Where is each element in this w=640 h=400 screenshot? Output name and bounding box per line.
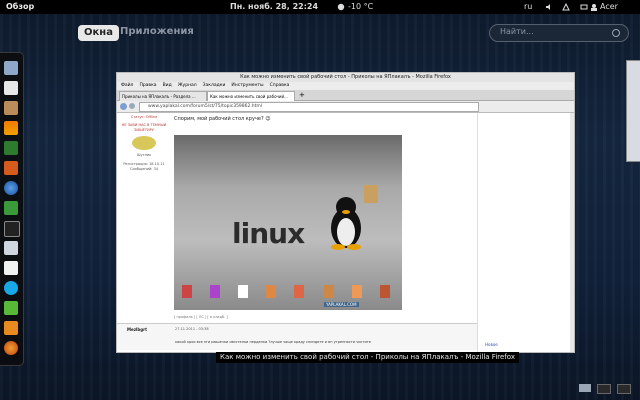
author-avatar <box>132 136 156 150</box>
network-icon[interactable] <box>562 3 570 11</box>
author-posts: Сообщений: 34 <box>130 167 158 171</box>
window-title: Как можно изменить свой рабочий стол - П… <box>117 73 574 82</box>
system-monitor-icon[interactable] <box>4 141 18 155</box>
weather-temperature[interactable]: -10 °C <box>348 0 373 14</box>
search-icon <box>612 29 620 37</box>
document-icon[interactable] <box>4 241 18 255</box>
page-content: Статус: Offline НЕ ЗАВИ НАС В ТЕМНЫЙ ЗИШ… <box>117 113 574 352</box>
user-menu[interactable]: Acer <box>600 0 618 14</box>
desktop-photo: linux YAPLAKAL.COM <box>174 135 402 310</box>
menu-tools[interactable]: Инструменты <box>231 83 263 88</box>
desktop-file-icon <box>352 285 362 298</box>
menu-view[interactable]: Вид <box>163 83 172 88</box>
user-icon[interactable] <box>590 3 598 11</box>
author-rank: Шутник <box>136 153 152 157</box>
battery-icon[interactable] <box>580 3 588 11</box>
browser-tab-2[interactable]: Как можно изменить свой рабочий... <box>207 91 295 101</box>
clock[interactable]: Пн. нояб. 28, 22:24 <box>230 0 318 14</box>
desktop-file-icon <box>182 285 192 298</box>
scrollbar[interactable] <box>570 113 574 352</box>
search-input[interactable]: Найти... <box>489 24 629 42</box>
menu-file[interactable]: Файл <box>121 83 133 88</box>
network-manager-icon[interactable] <box>4 301 18 315</box>
firefox-window[interactable]: Как можно изменить свой рабочий стол - П… <box>117 73 574 352</box>
tab-windows[interactable]: Окна <box>78 25 119 41</box>
archive-icon[interactable] <box>4 101 18 115</box>
software-center-icon[interactable] <box>4 161 18 175</box>
firefox-icon[interactable] <box>4 341 18 355</box>
menu-edit[interactable]: Правка <box>139 83 156 88</box>
post-footer: [ профиль ] [ ЛС ] [ в кладб. ] <box>174 315 228 319</box>
window-caption: Как можно изменить свой рабочий стол - П… <box>216 352 519 363</box>
desktop-file-icon <box>324 285 334 298</box>
menu-bar: Файл Правка Вид Журнал Закладки Инструменты Сп… <box>117 82 574 90</box>
skype-icon[interactable] <box>4 281 18 295</box>
activities-button[interactable]: Обзор <box>6 0 34 14</box>
watermark: YAPLAKAL.COM <box>324 302 359 307</box>
navigation-bar: www.yaplakal.com/forum5/st/75/topic35986… <box>117 101 574 113</box>
vlc-icon[interactable] <box>4 121 18 135</box>
post-text: Спорим, мой рабочий стол круче? 😉 <box>174 116 271 122</box>
tray-icon[interactable] <box>579 384 591 392</box>
desktop-file-icon <box>294 285 304 298</box>
tray-icon[interactable] <box>597 384 611 394</box>
top-panel: Обзор Пн. нояб. 28, 22:24 -10 °C ru Acer <box>0 0 640 14</box>
column-divider <box>477 113 478 352</box>
terminal-icon[interactable] <box>4 221 20 237</box>
url-bar[interactable]: www.yaplakal.com/forum5/st/75/topic35986… <box>139 102 479 112</box>
volume-icon[interactable] <box>545 3 553 11</box>
post2-date: 27.11.2011 - 03:38 <box>175 327 209 331</box>
forward-icon[interactable] <box>129 103 135 109</box>
web-browser-icon[interactable] <box>4 181 18 195</box>
author-status: Статус: Offline <box>130 115 158 119</box>
text-editor-icon[interactable] <box>4 81 18 95</box>
weather-icon[interactable] <box>337 3 345 11</box>
post2-text: какой кроо все эти рюшечки свистелки пер… <box>175 340 371 344</box>
post2-author: Mezlbgrt <box>127 327 148 332</box>
search-placeholder: Найти... <box>500 27 534 36</box>
spreadsheet-icon[interactable] <box>4 201 18 215</box>
menu-history[interactable]: Журнал <box>178 83 197 88</box>
photos-icon[interactable] <box>4 261 18 275</box>
author-title: НЕ ЗАВИ НАС В ТЕМНЫЙ ЗИШЕТИРУ <box>121 123 167 132</box>
tux-icon <box>331 197 361 250</box>
keyboard-layout[interactable]: ru <box>524 0 532 14</box>
desktop-file-icon <box>238 285 248 298</box>
desktop-file-icon <box>364 185 378 203</box>
settings-icon[interactable] <box>4 321 18 335</box>
workspace-thumbnail[interactable] <box>626 60 640 162</box>
tray-icon[interactable] <box>617 384 631 394</box>
tab-applications[interactable]: Приложения <box>120 25 194 39</box>
linux-logo: linux <box>232 217 305 250</box>
new-tab-icon[interactable]: + <box>299 90 305 100</box>
back-icon[interactable] <box>120 103 127 110</box>
sidebar-link-new[interactable]: Новое <box>485 342 498 347</box>
browser-tab-1[interactable]: Приколы на ЯПлакалъ - Раздела ... <box>119 91 207 101</box>
menu-bookmarks[interactable]: Закладки <box>203 83 226 88</box>
second-post: Mezlbgrt 27.11.2011 - 03:38 какой кроо в… <box>117 323 477 350</box>
desktop-file-icon <box>266 285 276 298</box>
post-author-column: Статус: Offline НЕ ЗАВИ НАС В ТЕМНЫЙ ЗИШ… <box>119 115 169 172</box>
desktop-file-icon <box>210 285 220 298</box>
browser-tabs: Приколы на ЯПлакалъ - Раздела ... Как мо… <box>117 90 574 101</box>
nautilus-icon[interactable] <box>4 61 18 75</box>
desktop-file-icon <box>380 285 390 298</box>
menu-help[interactable]: Справка <box>270 83 290 88</box>
